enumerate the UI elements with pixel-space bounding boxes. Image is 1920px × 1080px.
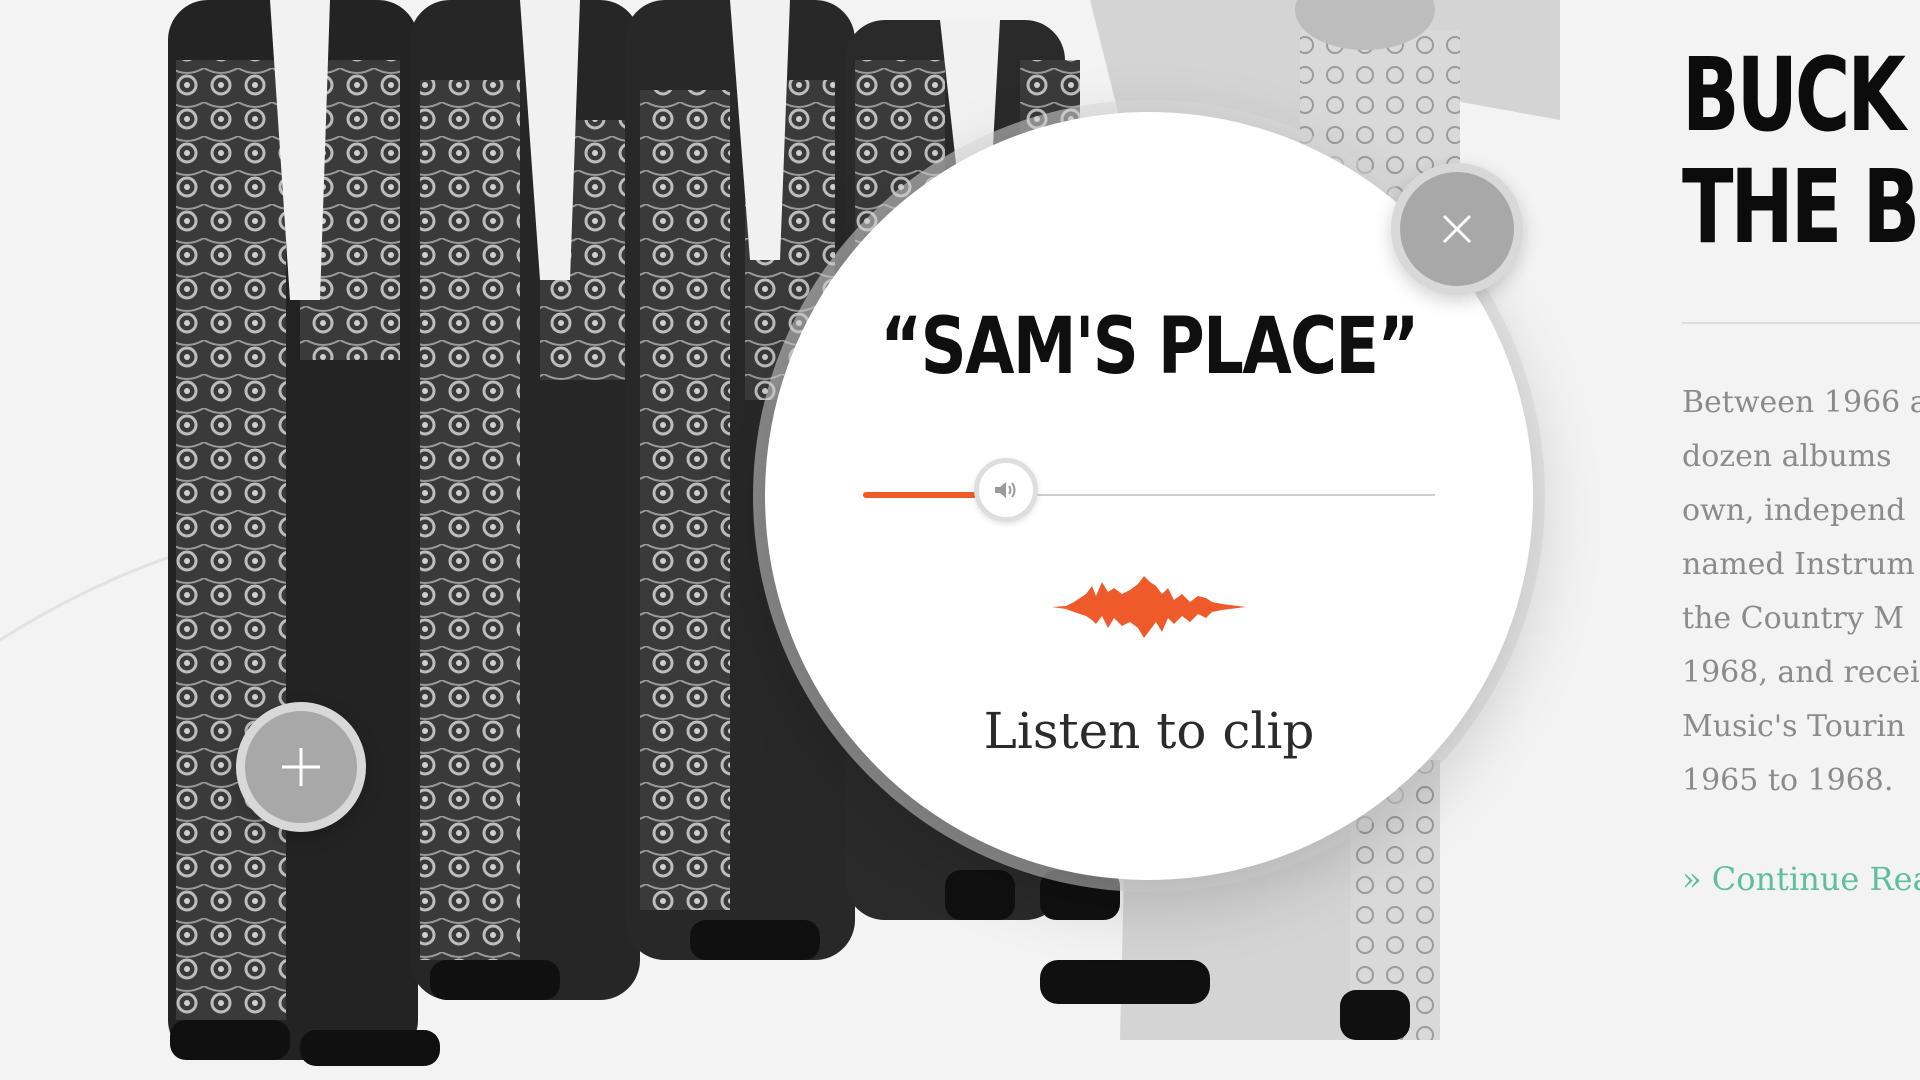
plus-icon (282, 748, 320, 786)
close-button[interactable] (1391, 163, 1523, 295)
article-title: BUCK THE B (1682, 36, 1920, 267)
article-title-line: BUCK (1682, 36, 1906, 155)
expand-hotspot-button[interactable] (236, 702, 366, 832)
article-body-line: dozen albums (1682, 439, 1892, 474)
article-panel: BUCK THE B Between 1966 a dozen albums o… (1660, 0, 1920, 1080)
article-body-line: 1965 to 1968. (1682, 763, 1894, 798)
volume-icon (995, 482, 1016, 498)
clip-title: “SAM'S PLACE” (880, 302, 1419, 392)
listen-to-clip-label[interactable]: Listen to clip (765, 702, 1533, 760)
article-body: Between 1966 a dozen albums own, indepen… (1682, 376, 1920, 808)
article-body-line: named Instrum (1682, 547, 1915, 582)
article-body-line: Music's Tourin (1682, 709, 1906, 744)
volume-slider-thumb[interactable] (974, 458, 1038, 522)
waveform-icon[interactable] (1052, 572, 1246, 642)
article-body-line: the Country M (1682, 601, 1904, 636)
volume-slider-track[interactable] (863, 458, 1435, 522)
close-icon (1442, 214, 1472, 244)
article-body-line: 1968, and recei (1682, 655, 1920, 690)
article-body-line: own, independ (1682, 493, 1906, 528)
divider (1682, 322, 1920, 324)
article-title-line: THE B (1682, 148, 1920, 267)
article-body-line: Between 1966 a (1682, 385, 1920, 420)
continue-reading-link[interactable]: » Continue Rea (1682, 860, 1920, 898)
